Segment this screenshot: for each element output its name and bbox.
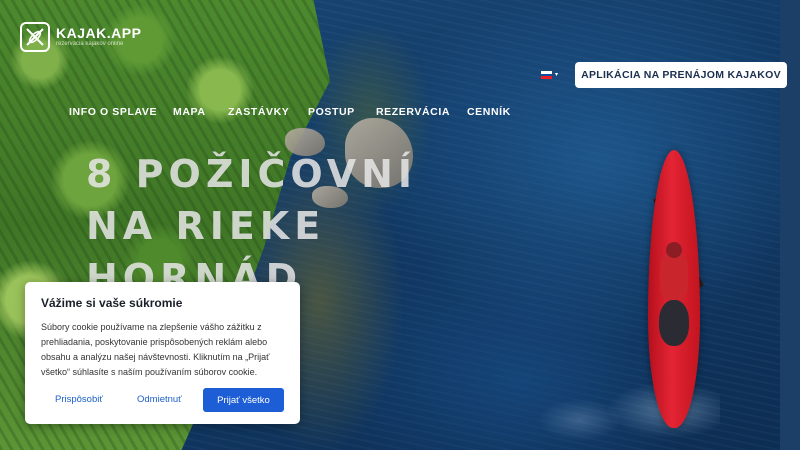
- chevron-down-icon[interactable]: ▾: [555, 72, 558, 78]
- logo-subtitle: rezervácia kajakov online: [56, 41, 124, 47]
- headline-line-2: NA RIEKE: [86, 204, 326, 248]
- nav-item-process[interactable]: POSTUP: [308, 106, 355, 118]
- paddler-head: [666, 242, 682, 258]
- logo-title: KAJAK.APP: [56, 25, 142, 41]
- kayak-cockpit: [659, 300, 689, 346]
- headline-line-1: 8 POŽIČOVNÍ: [86, 152, 418, 196]
- red-kayak: [648, 150, 700, 428]
- kayak-paddles-icon: [20, 22, 50, 52]
- cookie-title: Vážime si vaše súkromie: [41, 296, 183, 310]
- cookie-consent-dialog: Vážime si vaše súkromie Súbory cookie po…: [25, 282, 300, 424]
- logo-text: KAJAK.APP rezervácia kajakov online: [56, 26, 141, 48]
- nav-item-info[interactable]: INFO O SPLAVE: [69, 106, 157, 118]
- slovak-flag-icon[interactable]: [541, 71, 552, 80]
- nav-item-stops[interactable]: ZASTÁVKY: [228, 106, 289, 118]
- cookie-text: Súbory cookie používame na zlepšenie váš…: [41, 322, 270, 377]
- nav-item-pricing[interactable]: CENNÍK: [467, 106, 511, 118]
- accept-all-button[interactable]: Prijať všetko: [203, 388, 284, 412]
- customize-button[interactable]: Prispôsobiť: [55, 388, 103, 412]
- cookie-actions: Prispôsobiť Odmietnuť Prijať všetko: [41, 388, 284, 412]
- rental-app-button[interactable]: APLIKÁCIA NA PRENÁJOM KAJAKOV: [575, 62, 787, 88]
- nav-item-map[interactable]: MAPA: [173, 106, 206, 118]
- hero-headline: 8 POŽIČOVNÍ NA RIEKE HORNÁD: [86, 148, 417, 304]
- nav-item-reservation[interactable]: REZERVÁCIA: [376, 106, 450, 118]
- reject-button[interactable]: Odmietnuť: [137, 388, 182, 412]
- site-logo[interactable]: KAJAK.APP rezervácia kajakov online: [20, 22, 141, 52]
